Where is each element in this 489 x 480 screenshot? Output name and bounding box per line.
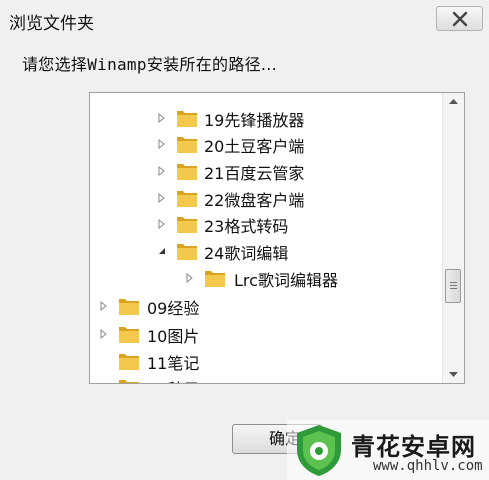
folder-icon	[177, 244, 197, 260]
tree-item-24[interactable]: 24歌词编辑	[90, 238, 442, 264]
scroll-up-arrow-icon	[449, 99, 458, 104]
folder-tree[interactable]: 19先锋播放器 20土豆客户端 21百度云管家 22微盘客户端 23格式转码 2…	[89, 92, 465, 384]
expand-arrow-icon[interactable]	[157, 139, 167, 149]
watermark: 青花安卓网 www.qhhlv.com	[287, 420, 489, 480]
watermark-name: 青花安卓网	[351, 433, 476, 461]
tree-item-20[interactable]: 20土豆客户端	[90, 131, 442, 157]
title-bar: 浏览文件夹	[0, 0, 489, 38]
grip-line	[450, 288, 457, 289]
tree-item-22[interactable]: 22微盘客户端	[90, 185, 442, 211]
tree-item-12[interactable]: 12种子	[90, 374, 442, 383]
folder-icon	[177, 191, 197, 207]
tree-item-label: 22微盘客户端	[204, 191, 305, 210]
tree-item-09[interactable]: 09经验	[90, 293, 442, 319]
grip-line	[450, 285, 457, 286]
tree-item-label: 20土豆客户端	[204, 137, 305, 156]
tree-item-label: 10图片	[147, 327, 200, 346]
tree-item-label: 19先锋播放器	[204, 111, 305, 130]
shield-logo-icon	[297, 425, 341, 476]
tree-item-label: 12种子	[147, 376, 199, 383]
tree-item-19[interactable]: 19先锋播放器	[90, 105, 442, 131]
grip-line	[450, 282, 457, 283]
scroll-up-button[interactable]	[443, 93, 464, 111]
folder-icon	[119, 354, 139, 370]
folder-icon	[205, 271, 225, 287]
expand-arrow-icon[interactable]	[157, 166, 167, 176]
scroll-thumb[interactable]	[445, 269, 461, 303]
tree-item-label: 23格式转码	[204, 217, 289, 236]
expand-arrow-icon[interactable]	[157, 193, 167, 203]
folder-icon	[177, 217, 197, 233]
folder-icon	[177, 137, 197, 153]
watermark-url: www.qhhlv.com	[373, 458, 483, 474]
folder-icon	[119, 327, 139, 343]
scroll-down-button[interactable]	[443, 365, 464, 383]
window-title: 浏览文件夹	[9, 14, 94, 34]
scroll-down-arrow-icon	[449, 372, 458, 377]
expand-arrow-icon[interactable]	[157, 219, 167, 229]
tree-item-label: 21百度云管家	[204, 164, 305, 183]
close-button[interactable]	[436, 6, 483, 31]
tree-item-label: Lrc歌词编辑器	[234, 271, 338, 290]
expand-arrow-icon[interactable]	[185, 273, 195, 283]
tree-item-23[interactable]: 23格式转码	[90, 211, 442, 237]
tree-item-label: 09经验	[147, 299, 200, 318]
tree-item-11[interactable]: 11笔记	[90, 348, 442, 374]
tree-item-21[interactable]: 21百度云管家	[90, 158, 442, 184]
folder-icon	[119, 299, 139, 315]
instruction-text: 请您选择Winamp安装所在的路径...	[22, 55, 278, 74]
expand-arrow-icon[interactable]	[99, 301, 109, 311]
tree-item-label: 24歌词编辑	[204, 244, 289, 263]
tree-item-label: 11笔记	[147, 354, 200, 373]
tree-item-lrc[interactable]: Lrc歌词编辑器	[90, 265, 442, 291]
close-icon	[452, 11, 468, 27]
collapse-arrow-icon[interactable]	[157, 246, 167, 256]
folder-icon	[119, 380, 139, 383]
folder-icon	[177, 164, 197, 180]
folder-icon	[177, 111, 197, 127]
vertical-scrollbar[interactable]	[442, 93, 464, 383]
expand-arrow-icon[interactable]	[99, 329, 109, 339]
expand-arrow-icon[interactable]	[157, 113, 167, 123]
tree-item-10[interactable]: 10图片	[90, 321, 442, 347]
